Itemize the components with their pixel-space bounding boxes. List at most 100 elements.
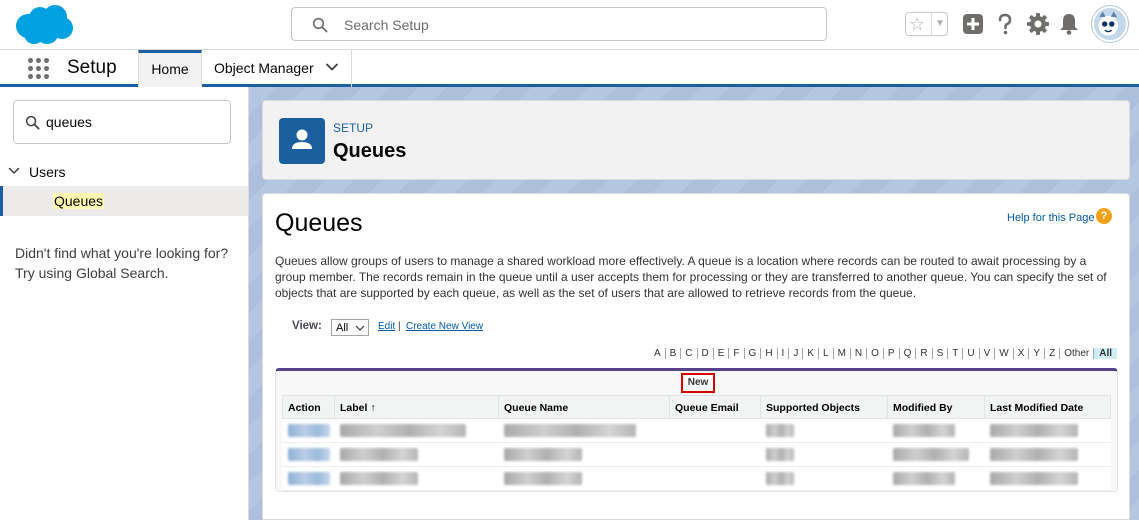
redacted-modified-by[interactable]: [892, 472, 955, 485]
column-header-modified-by[interactable]: Modified By: [887, 395, 985, 419]
notifications-bell-icon[interactable]: [1057, 12, 1081, 36]
alpha-filter-b[interactable]: B: [666, 348, 682, 359]
tree-item-label: Queues: [53, 193, 105, 209]
redacted-action-links[interactable]: [287, 448, 330, 461]
alpha-filter-w[interactable]: W: [995, 348, 1014, 359]
label-cell[interactable]: [334, 418, 499, 443]
column-header-supported-objects[interactable]: Supported Objects: [760, 395, 888, 419]
alpha-filter-m[interactable]: M: [834, 348, 851, 359]
add-icon[interactable]: [961, 12, 985, 36]
alpha-filter-t[interactable]: T: [948, 348, 964, 359]
alphabet-filter: A B C D E F G H I J K L M N O P Q R S T U V W X Y Z Other All: [650, 347, 1117, 360]
alpha-filter-p[interactable]: P: [884, 348, 900, 359]
alpha-filter-y[interactable]: Y: [1029, 348, 1046, 359]
page-header: SETUP Queues: [262, 100, 1130, 180]
quick-find-input[interactable]: [46, 111, 216, 133]
last-modified-cell: [984, 442, 1111, 467]
quick-find-box[interactable]: [13, 100, 231, 144]
redacted-date: [989, 424, 1078, 437]
caret-down-icon[interactable]: ▼: [935, 15, 945, 33]
search-placeholder: Search Setup: [344, 17, 429, 33]
modified-by-cell[interactable]: [887, 418, 985, 443]
alpha-filter-s[interactable]: S: [933, 348, 949, 359]
global-search-box[interactable]: Search Setup: [291, 7, 827, 41]
alpha-filter-e[interactable]: E: [714, 348, 730, 359]
supported-objects-cell: [760, 466, 888, 491]
alpha-filter-d[interactable]: D: [698, 348, 714, 359]
queues-badge: [279, 118, 325, 164]
edit-view-link[interactable]: Edit: [378, 321, 395, 332]
redacted-label[interactable]: [339, 448, 418, 461]
redacted-label[interactable]: [339, 472, 418, 485]
column-header-last-modified-date[interactable]: Last Modified Date: [984, 395, 1111, 419]
table-row: [282, 442, 1111, 467]
redacted-queue-name: [503, 472, 582, 485]
salesforce-logo[interactable]: [14, 4, 74, 46]
alpha-filter-o[interactable]: O: [867, 348, 884, 359]
alpha-filter-all[interactable]: All: [1094, 348, 1117, 359]
alpha-filter-a[interactable]: A: [650, 348, 666, 359]
setup-sidebar: Users Queues Didn't find what you're loo…: [0, 87, 249, 520]
alpha-filter-u[interactable]: U: [963, 348, 980, 359]
modified-by-cell[interactable]: [887, 442, 985, 467]
alpha-filter-n[interactable]: N: [851, 348, 868, 359]
alpha-filter-z[interactable]: Z: [1045, 348, 1061, 359]
label-cell[interactable]: [334, 466, 499, 491]
queue-name-cell: [498, 442, 670, 467]
favorites-button[interactable]: ☆ ▼: [905, 12, 948, 36]
view-select[interactable]: All: [331, 319, 369, 336]
action-cell[interactable]: [282, 466, 335, 491]
app-name: Setup: [67, 57, 117, 78]
redacted-action-links[interactable]: [287, 424, 330, 437]
gear-icon[interactable]: [1026, 12, 1050, 36]
chevron-down-icon[interactable]: [8, 165, 20, 177]
redacted-modified-by[interactable]: [892, 448, 969, 461]
redacted-objects: [765, 472, 794, 485]
help-link[interactable]: Help for this Page: [1007, 212, 1094, 224]
alpha-filter-k[interactable]: K: [803, 348, 819, 359]
alpha-filter-f[interactable]: F: [729, 348, 745, 359]
last-modified-cell: [984, 466, 1111, 491]
alpha-filter-x[interactable]: X: [1014, 348, 1030, 359]
user-avatar[interactable]: [1092, 6, 1128, 42]
page-eyebrow[interactable]: SETUP: [333, 121, 373, 135]
view-separator: |: [398, 321, 401, 332]
alpha-filter-i[interactable]: I: [778, 348, 790, 359]
column-header-queue-name[interactable]: Queue Name: [498, 395, 670, 419]
label-cell[interactable]: [334, 442, 499, 467]
alpha-filter-l[interactable]: L: [819, 348, 834, 359]
tab-object-manager[interactable]: Object Manager: [202, 50, 352, 87]
column-header-queue-email[interactable]: Queue Email: [669, 395, 761, 419]
tree-item-queues[interactable]: Queues: [0, 186, 248, 216]
alpha-filter-g[interactable]: G: [745, 348, 762, 359]
redacted-modified-by[interactable]: [892, 424, 955, 437]
alpha-filter-h[interactable]: H: [761, 348, 778, 359]
action-cell[interactable]: [282, 418, 335, 443]
alpha-filter-q[interactable]: Q: [900, 348, 917, 359]
chevron-down-icon[interactable]: [325, 60, 339, 74]
action-cell[interactable]: [282, 442, 335, 467]
star-icon: ☆: [909, 14, 926, 34]
redacted-queue-name: [503, 448, 582, 461]
column-header-label[interactable]: Label ↑: [334, 395, 499, 419]
alpha-filter-j[interactable]: J: [789, 348, 804, 359]
alpha-filter-other[interactable]: Other: [1060, 348, 1095, 359]
table-row: [282, 466, 1111, 491]
help-icon[interactable]: [993, 12, 1017, 36]
content-panel: Queues Help for this Page ? Queues allow…: [262, 193, 1130, 520]
table-header-row: Action Label ↑ Queue Name Queue Email Su…: [282, 395, 1111, 419]
help-question-icon[interactable]: ?: [1096, 208, 1112, 224]
astro-avatar-icon: [1098, 11, 1118, 36]
alpha-filter-v[interactable]: V: [980, 348, 996, 359]
user-icon: [292, 129, 312, 149]
alpha-filter-c[interactable]: C: [681, 348, 698, 359]
new-queue-button[interactable]: New: [681, 373, 715, 393]
redacted-label[interactable]: [339, 424, 466, 437]
redacted-action-links[interactable]: [287, 472, 330, 485]
app-launcher-icon[interactable]: [28, 58, 50, 80]
create-new-view-link[interactable]: Create New View: [406, 321, 483, 332]
tab-home[interactable]: Home: [138, 50, 202, 87]
modified-by-cell[interactable]: [887, 466, 985, 491]
alpha-filter-r[interactable]: R: [916, 348, 933, 359]
queue-email-cell: [669, 418, 761, 443]
